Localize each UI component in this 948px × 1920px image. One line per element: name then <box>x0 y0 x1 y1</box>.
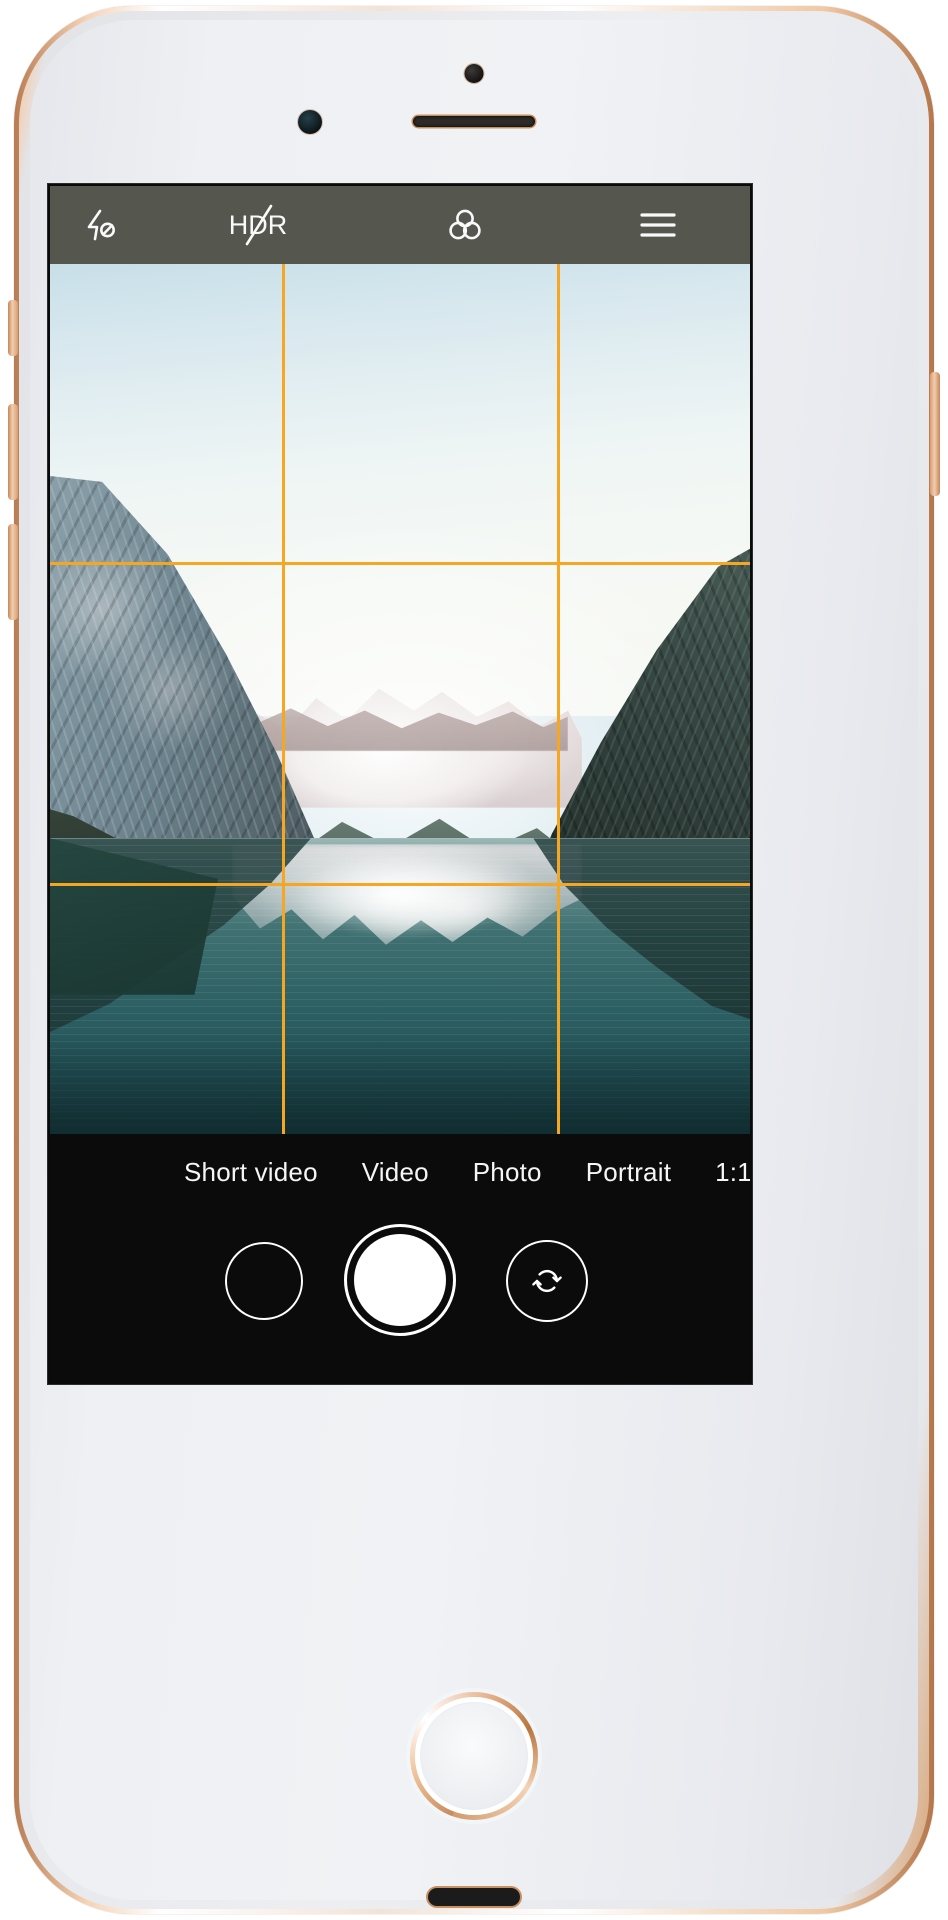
mode-video[interactable]: Video <box>340 1157 451 1188</box>
color-filter-button[interactable] <box>365 186 565 264</box>
camera-flip-icon <box>532 1269 562 1293</box>
capture-controls-bar <box>50 1210 750 1382</box>
earpiece-speaker-icon <box>413 116 535 127</box>
hamburger-menu-icon <box>639 213 676 237</box>
mode-short-video[interactable]: Short video <box>162 1157 340 1188</box>
more-settings-button[interactable] <box>565 186 750 264</box>
gallery-thumbnail-button[interactable] <box>225 1242 303 1320</box>
mode-square-1-1[interactable]: 1:1 <box>693 1157 750 1188</box>
phone-screen: HDR Short <box>50 186 750 1382</box>
volume-down-button[interactable] <box>8 524 18 620</box>
proximity-sensor-icon <box>298 110 322 134</box>
flash-toggle-button[interactable] <box>50 186 150 264</box>
hdr-off-icon: HDR <box>228 204 287 246</box>
volume-up-button[interactable] <box>8 404 18 500</box>
shutter-button-core <box>354 1234 446 1326</box>
flash-off-icon <box>87 209 115 241</box>
capture-mode-list: Short video Video Photo Portrait 1:1 <box>50 1157 750 1188</box>
shutter-button[interactable] <box>344 1224 456 1336</box>
capture-mode-strip[interactable]: Short video Video Photo Portrait 1:1 <box>50 1134 750 1210</box>
power-button[interactable] <box>930 372 940 496</box>
lightning-port <box>428 1888 520 1906</box>
hdr-toggle-button[interactable]: HDR <box>150 186 365 264</box>
screenshot-stage: HDR Short <box>0 0 948 1920</box>
camera-flip-button[interactable] <box>506 1240 588 1322</box>
front-camera-lens-icon <box>464 64 484 83</box>
home-button-inner <box>421 1703 527 1809</box>
home-button[interactable] <box>410 1692 538 1820</box>
silent-switch[interactable] <box>8 300 18 356</box>
camera-top-toolbar: HDR <box>50 186 750 264</box>
scene-lake-foreground <box>50 1033 750 1134</box>
camera-viewfinder[interactable] <box>50 264 750 1134</box>
mode-photo[interactable]: Photo <box>451 1157 564 1188</box>
color-filter-icon <box>449 209 481 240</box>
mode-portrait[interactable]: Portrait <box>564 1157 693 1188</box>
